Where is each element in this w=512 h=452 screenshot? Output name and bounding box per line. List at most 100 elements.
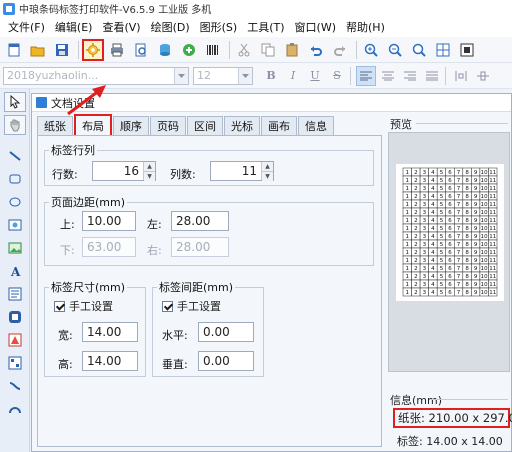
stepper-down-icon[interactable]: ▼ — [144, 171, 155, 181]
stepper-up-icon[interactable]: ▲ — [144, 162, 155, 171]
preview-label-number: 3 — [423, 266, 427, 272]
zoom-in-button[interactable] — [360, 39, 382, 61]
preview-label-number: 3 — [423, 186, 427, 192]
grid-button[interactable] — [432, 39, 454, 61]
picture-tool-button[interactable] — [4, 238, 26, 258]
paragraph-tool-button[interactable] — [4, 284, 26, 304]
bold-button[interactable]: B — [261, 66, 281, 86]
barcode-button[interactable] — [202, 39, 224, 61]
ellipse-tool-button[interactable] — [4, 192, 26, 212]
text-tool-button[interactable]: A — [4, 261, 26, 281]
zoom-fit-button[interactable] — [408, 39, 430, 61]
preview-label-number: 2 — [414, 290, 418, 296]
cols-stepper[interactable]: 11 ▲ ▼ — [210, 161, 274, 181]
open-button[interactable] — [27, 39, 49, 61]
margin-right-input[interactable]: 28.00 — [171, 237, 229, 257]
shape-tool-button[interactable] — [4, 330, 26, 350]
line-tool-button[interactable] — [4, 146, 26, 166]
preview-label-number: 8 — [465, 226, 469, 232]
data-source-button[interactable] — [178, 39, 200, 61]
hand-tool-button[interactable] — [4, 115, 26, 135]
distribute-button[interactable] — [451, 66, 471, 86]
cut-button[interactable] — [233, 39, 255, 61]
vertical-align-button[interactable] — [473, 66, 493, 86]
document-settings-button[interactable] — [82, 38, 104, 61]
barcode-tool-button[interactable] — [4, 307, 26, 327]
paste-button[interactable] — [281, 39, 303, 61]
preview-label-number: 11 — [489, 290, 496, 296]
menu-help[interactable]: 帮助(H) — [341, 19, 390, 35]
preview-label-number: 11 — [489, 234, 496, 240]
rows-stepper[interactable]: 16 ▲ ▼ — [92, 161, 156, 181]
dialog-icon — [36, 97, 47, 108]
strikethrough-button[interactable]: S — [327, 66, 347, 86]
new-button[interactable] — [3, 39, 25, 61]
preview-label-number: 10 — [481, 210, 488, 216]
label-width-label: 宽: — [58, 329, 73, 342]
menu-edit[interactable]: 编辑(E) — [50, 19, 98, 35]
margin-bottom-input[interactable]: 63.00 — [82, 237, 136, 257]
print-preview-button[interactable] — [130, 39, 152, 61]
tab-page-number[interactable]: 页码 — [150, 116, 186, 135]
stepper-down-icon[interactable]: ▼ — [262, 171, 273, 181]
gap-vertical-input[interactable]: 0.00 — [198, 351, 254, 371]
stepper-up-icon[interactable]: ▲ — [262, 162, 273, 171]
save-button[interactable] — [51, 39, 73, 61]
tab-range[interactable]: 区间 — [187, 116, 223, 135]
qrcode-tool-button[interactable] — [4, 353, 26, 373]
margin-top-input[interactable]: 10.00 — [82, 211, 136, 231]
undo-button[interactable] — [305, 39, 327, 61]
rows-stepper-buttons[interactable]: ▲ ▼ — [143, 162, 155, 181]
menu-window[interactable]: 窗口(W) — [290, 19, 341, 35]
underline-button[interactable]: U — [305, 66, 325, 86]
margin-left-input[interactable]: 28.00 — [171, 211, 229, 231]
barcode-icon — [207, 44, 218, 55]
preview-label-number: 4 — [431, 178, 435, 184]
label-height-input[interactable]: 14.00 — [82, 351, 138, 371]
rectangle-tool-button[interactable] — [4, 169, 26, 189]
menu-shape[interactable]: 图形(S) — [195, 19, 243, 35]
align-right-button[interactable] — [400, 66, 420, 86]
select-tool-button[interactable] — [4, 92, 26, 112]
menu-view[interactable]: 查看(V) — [97, 19, 145, 35]
preview-label-number: 2 — [414, 266, 418, 272]
align-left-button[interactable] — [356, 65, 376, 86]
label-width-input[interactable]: 14.00 — [82, 322, 138, 342]
tab-canvas[interactable]: 画布 — [261, 116, 297, 135]
preview-label-number: 9 — [474, 258, 478, 264]
text-icon: A — [10, 265, 21, 278]
preview-label-number: 1 — [406, 178, 410, 184]
image-tool-button[interactable] — [4, 215, 26, 235]
menu-tools[interactable]: 工具(T) — [242, 19, 289, 35]
zoom-out-button[interactable] — [384, 39, 406, 61]
preview-label-number: 9 — [474, 178, 478, 184]
gap-horizontal-input[interactable]: 0.00 — [198, 322, 254, 342]
cols-stepper-buttons[interactable]: ▲ ▼ — [261, 162, 273, 181]
tab-info[interactable]: 信息 — [298, 116, 334, 135]
table-button[interactable] — [456, 39, 478, 61]
align-center-button[interactable] — [378, 66, 398, 86]
redo-button[interactable] — [329, 39, 351, 61]
preview-label-number: 5 — [440, 282, 444, 288]
preview-label-number: 3 — [423, 210, 427, 216]
italic-button[interactable]: I — [283, 66, 303, 86]
justify-button[interactable] — [422, 66, 442, 86]
label-gap-manual-checkbox[interactable]: 手工设置 — [162, 298, 221, 314]
tab-order[interactable]: 顺序 — [113, 116, 149, 135]
preview-label-number: 9 — [474, 234, 478, 240]
tab-cursor[interactable]: 光标 — [224, 116, 260, 135]
menu-file[interactable]: 文件(F) — [3, 19, 50, 35]
menu-draw[interactable]: 绘图(D) — [146, 19, 195, 35]
paragraph-icon — [8, 287, 22, 301]
copy-button[interactable] — [257, 39, 279, 61]
curve-tool-button[interactable] — [4, 376, 26, 396]
preview-label-number: 1 — [406, 218, 410, 224]
arc-tool-button[interactable] — [4, 399, 26, 419]
preview-label-number: 6 — [448, 186, 452, 192]
label-size-manual-checkbox[interactable]: 手工设置 — [54, 298, 113, 314]
font-size-dropdown[interactable]: 12 — [193, 66, 253, 85]
database-button[interactable] — [154, 39, 176, 61]
print-button[interactable] — [106, 39, 128, 61]
preview-label-number: 11 — [489, 242, 496, 248]
preview-title: 预览 — [390, 118, 412, 131]
